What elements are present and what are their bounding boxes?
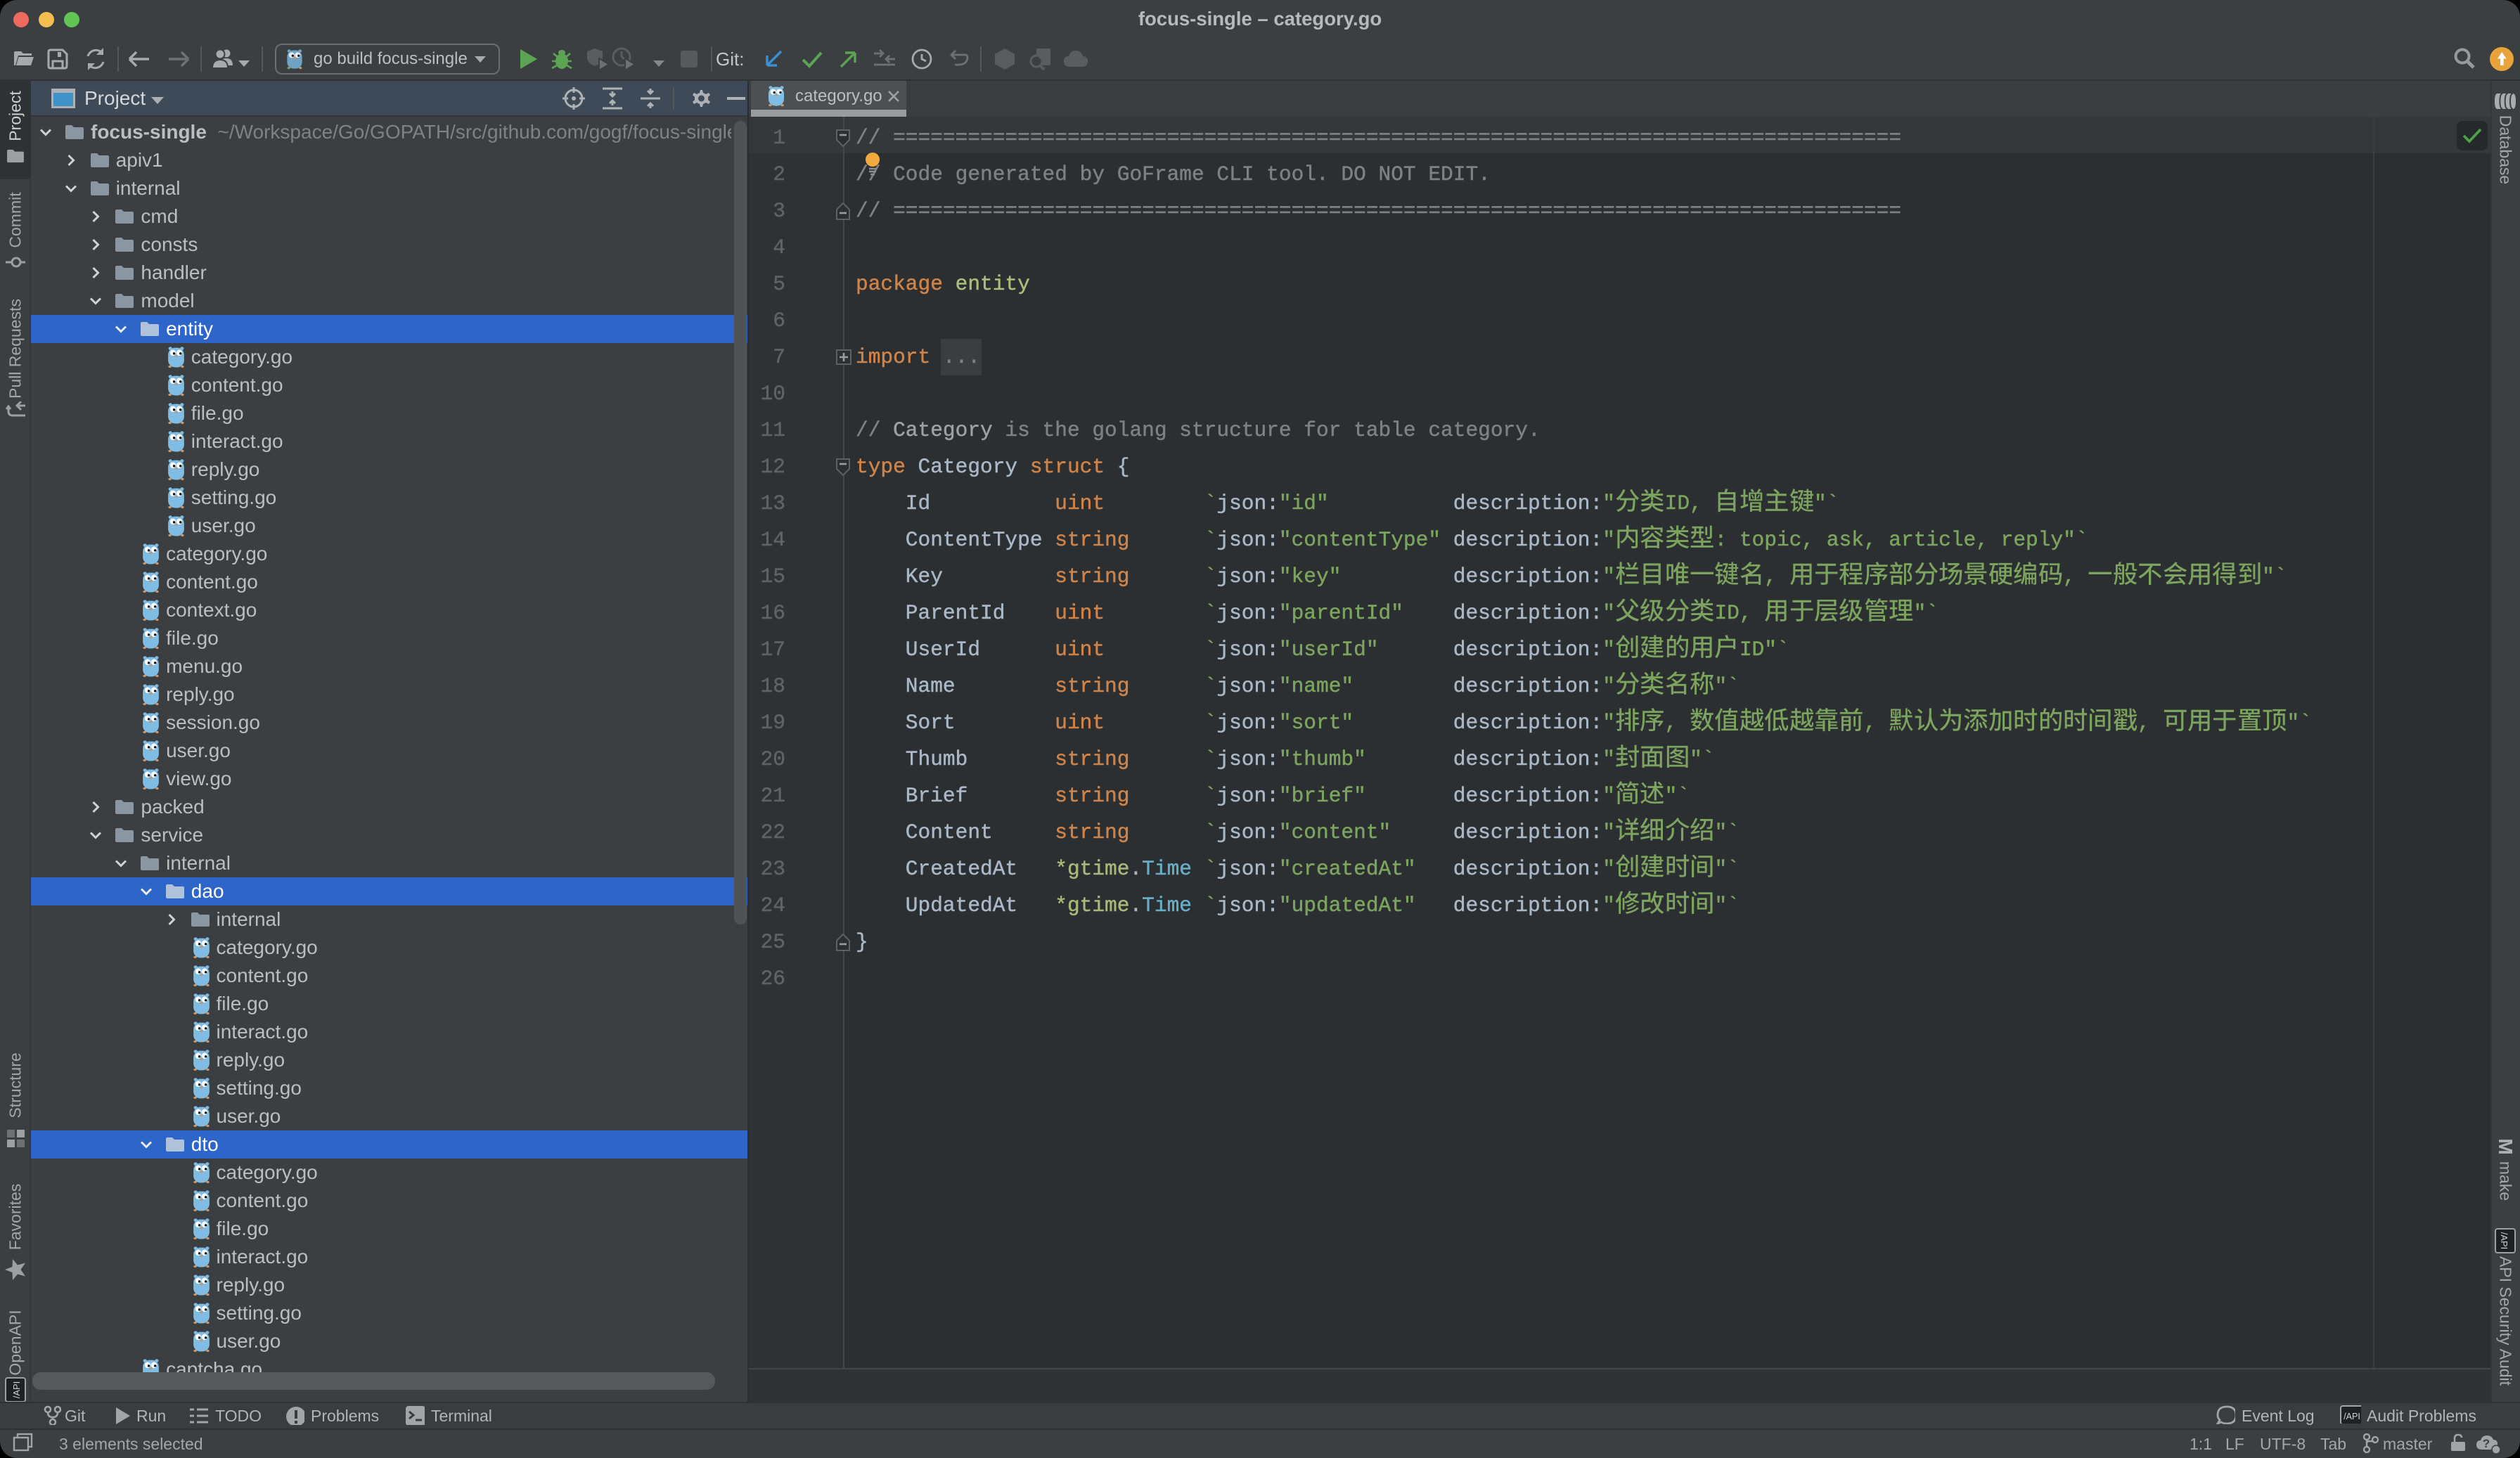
svg-text:?: ? bbox=[2483, 1437, 2490, 1450]
svg-text:/API: /API bbox=[2344, 1412, 2360, 1421]
svg-text:/API: /API bbox=[2499, 1232, 2509, 1250]
svg-text:/API: /API bbox=[11, 1381, 22, 1399]
